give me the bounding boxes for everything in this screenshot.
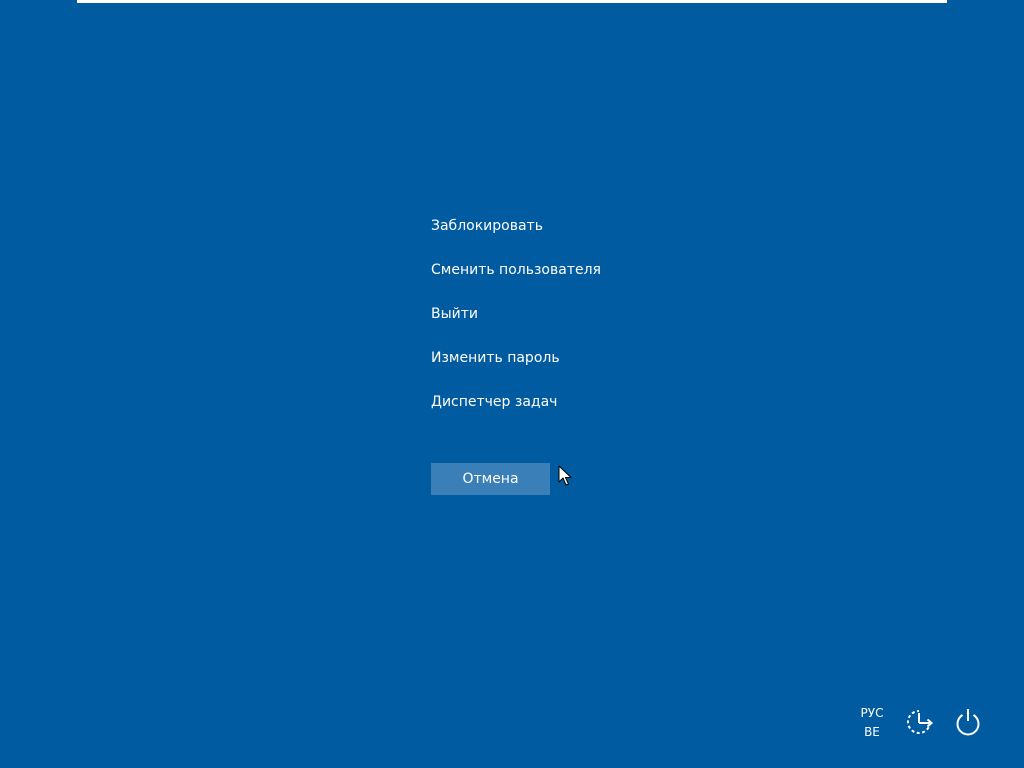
change-password-option[interactable]: Изменить пароль (431, 346, 601, 390)
language-code: РУС (860, 706, 884, 720)
ease-of-access-icon (907, 710, 934, 734)
ease-of-access-button[interactable] (901, 704, 937, 740)
mouse-cursor-icon (558, 465, 572, 486)
keyboard-layout-code: BE (864, 725, 880, 739)
top-white-strip (77, 0, 947, 3)
input-language-indicator[interactable]: РУС BE (852, 704, 892, 742)
cancel-button[interactable]: Отмена (431, 463, 550, 495)
task-manager-option[interactable]: Диспетчер задач (431, 390, 601, 434)
security-options-menu: Заблокировать Сменить пользователя Выйти… (431, 214, 601, 434)
switch-user-option[interactable]: Сменить пользователя (431, 258, 601, 302)
power-icon (956, 709, 980, 736)
secure-desktop-screen: Заблокировать Сменить пользователя Выйти… (0, 0, 1024, 768)
sign-out-option[interactable]: Выйти (431, 302, 601, 346)
lock-option[interactable]: Заблокировать (431, 214, 601, 258)
power-button[interactable] (950, 704, 986, 740)
